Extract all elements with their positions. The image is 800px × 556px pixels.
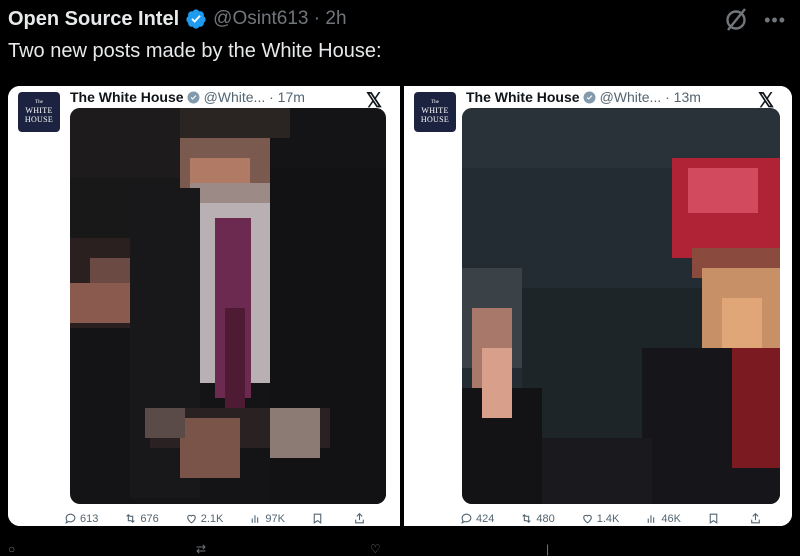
more-icon[interactable]: ••• [764, 10, 786, 31]
embed-header: The White House @White... · 13m [466, 86, 701, 108]
reply-count[interactable]: 424 [460, 512, 494, 525]
embed-header: The White House @White... · 17m [70, 86, 305, 108]
author-name[interactable]: Open Source Intel [8, 8, 179, 31]
like-count[interactable]: 2.1K [185, 512, 223, 525]
gray-verified-badge-icon [583, 91, 596, 103]
gray-verified-badge-icon [187, 91, 200, 103]
header-actions: ••• [722, 6, 786, 34]
repost-count[interactable]: 676 [124, 512, 159, 525]
post-action-bar: ○ ⇄ ♡ | [0, 540, 800, 556]
bookmark-button[interactable] [707, 512, 723, 525]
like-icon [186, 514, 196, 524]
repost-icon [126, 513, 136, 524]
like-count[interactable]: 1.4K [581, 512, 619, 525]
embed-author-name: The White House [466, 89, 580, 105]
embed-handle: @White... · 13m [599, 89, 701, 105]
reply-icon [461, 513, 472, 524]
bookmark-button[interactable] [311, 512, 327, 525]
views-icon[interactable]: | [546, 542, 549, 556]
share-button[interactable] [749, 512, 765, 525]
pixelated-image [462, 108, 780, 504]
views-icon [648, 515, 655, 523]
view-count[interactable]: 46K [645, 512, 681, 525]
media-container[interactable]: The WHITE HOUSE The White House @White..… [8, 86, 792, 526]
embedded-post-right[interactable]: The WHITE HOUSE The White House @White..… [404, 86, 792, 526]
like-icon [582, 514, 592, 524]
repost-icon[interactable]: ⇄ [196, 542, 206, 556]
reply-icon [65, 513, 76, 524]
reply-icon[interactable]: ○ [8, 542, 15, 556]
share-icon [355, 512, 364, 524]
embed-author-name: The White House [70, 89, 184, 105]
view-count[interactable]: 97K [249, 512, 285, 525]
post-header: Open Source Intel @Osint613 · 2h ••• [8, 4, 792, 34]
share-icon [751, 512, 760, 524]
like-icon[interactable]: ♡ [370, 542, 381, 556]
embed-stats: 613 676 2.1K 97K [64, 512, 395, 525]
post-text: Two new posts made by the White House: [8, 40, 382, 62]
author-handle[interactable]: @Osint613 · 2h [213, 8, 346, 30]
white-house-avatar: The WHITE HOUSE [18, 92, 60, 132]
white-house-avatar: The WHITE HOUSE [414, 92, 456, 132]
pixelated-image [70, 108, 386, 504]
share-button[interactable] [353, 512, 369, 525]
embed-handle: @White... · 17m [203, 89, 305, 105]
views-icon [252, 515, 259, 523]
bookmark-icon [709, 513, 718, 524]
reply-count[interactable]: 613 [64, 512, 98, 525]
embedded-post-left[interactable]: The WHITE HOUSE The White House @White..… [8, 86, 400, 526]
repost-icon [522, 513, 532, 524]
verified-badge-icon [186, 9, 206, 29]
bookmark-icon [313, 513, 322, 524]
repost-count[interactable]: 480 [520, 512, 555, 525]
grok-icon[interactable] [722, 6, 750, 34]
embed-stats: 424 480 1.4K 46K [460, 512, 791, 525]
